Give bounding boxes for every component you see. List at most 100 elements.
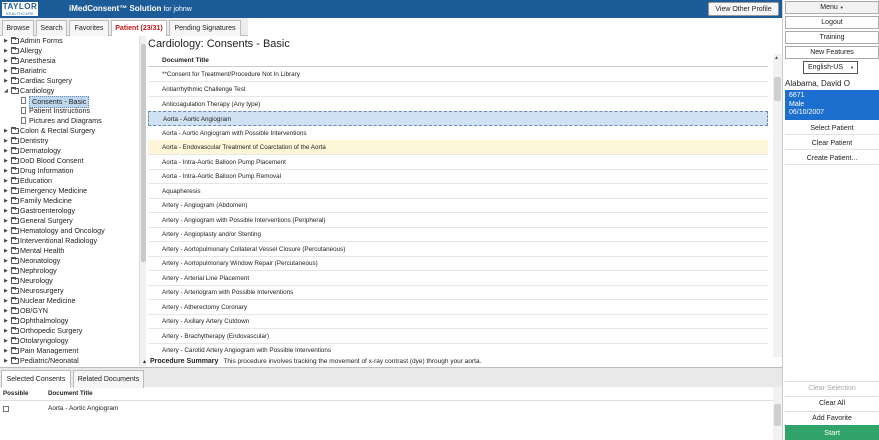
- document-row[interactable]: Aorta - Intra-Aortic Balloon Pump Remova…: [148, 169, 768, 184]
- possible-checkbox[interactable]: [3, 406, 9, 412]
- training-button[interactable]: Training: [785, 31, 879, 44]
- add-favorite-button[interactable]: Add Favorite: [785, 411, 879, 424]
- expand-arrow-icon[interactable]: ▶: [4, 336, 8, 346]
- expand-arrow-icon[interactable]: ▶: [4, 166, 8, 176]
- logout-button[interactable]: Logout: [785, 16, 879, 29]
- start-button[interactable]: Start: [785, 425, 879, 440]
- expand-arrow-icon[interactable]: ▶: [4, 246, 8, 256]
- folder-icon: [11, 317, 19, 324]
- expand-arrow-icon[interactable]: ▶: [4, 156, 8, 166]
- expand-arrow-icon[interactable]: ▶: [4, 56, 8, 66]
- collapse-arrow-icon[interactable]: ▲: [142, 359, 147, 365]
- folder-icon: [11, 77, 19, 84]
- folder-icon: [11, 47, 19, 54]
- document-row[interactable]: Artery - Axillary Artery Cutdown: [148, 314, 768, 329]
- column-header-document-title[interactable]: Document Title: [148, 54, 768, 67]
- selected-consents-header: Possible Document Title: [0, 387, 782, 401]
- select-patient-button[interactable]: Select Patient: [785, 123, 879, 135]
- folder-open-icon: [11, 87, 19, 94]
- tab-browse[interactable]: Browse: [2, 20, 34, 36]
- expand-arrow-icon[interactable]: ▶: [4, 346, 8, 356]
- expand-arrow-icon[interactable]: ▶: [4, 296, 8, 306]
- document-list-scrollbar[interactable]: ▲: [773, 54, 782, 357]
- document-row[interactable]: Artery - Brachytherapy (Endovascular): [148, 329, 768, 344]
- clear-selection-button[interactable]: Clear Selection: [785, 381, 879, 394]
- document-row[interactable]: Anticoagulation Therapy (Any type): [148, 97, 768, 112]
- right-sidebar: Menu ▼ Logout Training New Features Engli…: [782, 0, 879, 440]
- create-patient-button[interactable]: Create Patient...: [785, 153, 879, 165]
- selected-consents-scroll-thumb[interactable]: [774, 404, 781, 426]
- document-row[interactable]: Artery - Angiogram (Abdomen): [148, 198, 768, 213]
- document-row[interactable]: **Consent for Treatment/Procedure Not In…: [148, 67, 768, 82]
- expand-arrow-icon[interactable]: ▶: [4, 136, 8, 146]
- expand-arrow-icon[interactable]: ▶: [4, 326, 8, 336]
- tab-search[interactable]: Search: [36, 20, 67, 36]
- expand-arrow-icon[interactable]: ▶: [4, 146, 8, 156]
- expand-arrow-icon[interactable]: ▶: [4, 206, 8, 216]
- expand-arrow-icon[interactable]: ▶: [4, 266, 8, 276]
- expand-arrow-icon[interactable]: ▶: [4, 236, 8, 246]
- menu-button[interactable]: Menu ▼: [785, 1, 879, 14]
- tree-scrollbar[interactable]: [139, 36, 146, 366]
- document-row[interactable]: Artery - Aortopulmonary Collateral Vesse…: [148, 242, 768, 257]
- expand-arrow-icon[interactable]: ▶: [4, 286, 8, 296]
- document-row[interactable]: Artery - Angioplasty and/or Stenting: [148, 227, 768, 242]
- expand-arrow-icon[interactable]: ▶: [4, 196, 8, 206]
- document-row[interactable]: Aquapheresis: [148, 184, 768, 199]
- expand-arrow-icon[interactable]: ▶: [4, 126, 8, 136]
- main-tabs: Browse Search Favorites Patient (23/31) …: [0, 18, 248, 36]
- language-select[interactable]: English-US ▼: [803, 61, 858, 74]
- patient-dob: 06/10/2007: [789, 109, 825, 116]
- expand-arrow-icon[interactable]: ▶: [4, 256, 8, 266]
- document-row[interactable]: Artery - Angiogram with Possible Interve…: [148, 213, 768, 228]
- clear-patient-button[interactable]: Clear Patient: [785, 138, 879, 150]
- expand-arrow-icon[interactable]: ▶: [4, 176, 8, 186]
- expand-arrow-icon[interactable]: ▶: [4, 306, 8, 316]
- expand-arrow-icon[interactable]: ▶: [4, 66, 8, 76]
- document-row[interactable]: Artery - Arteriogram with Possible Inter…: [148, 285, 768, 300]
- collapse-arrow-icon[interactable]: ◢: [4, 86, 8, 96]
- folder-icon: [11, 147, 19, 154]
- selected-consent-row[interactable]: Aorta - Aortic Angiogram: [0, 402, 782, 416]
- document-row[interactable]: Artery - Carotid Artery Angiogram with P…: [148, 343, 768, 357]
- clear-all-button[interactable]: Clear All: [785, 396, 879, 409]
- tab-favorites[interactable]: Favorites: [69, 20, 109, 36]
- tab-selected-consents[interactable]: Selected Consents: [1, 370, 71, 388]
- document-row[interactable]: Artery - Aortopulmonary Window Repair (P…: [148, 256, 768, 271]
- tab-patient[interactable]: Patient (23/31): [111, 20, 167, 36]
- scroll-up-arrow-icon[interactable]: ▲: [774, 55, 779, 61]
- tab-related-documents[interactable]: Related Documents: [73, 370, 144, 388]
- folder-icon: [11, 207, 19, 214]
- tab-pending-signatures[interactable]: Pending Signatures: [169, 20, 241, 36]
- expand-arrow-icon[interactable]: ▶: [4, 216, 8, 226]
- procedure-summary: ▲ Procedure Summary This procedure involve…: [142, 358, 482, 365]
- view-other-profile-button[interactable]: View Other Profile: [708, 2, 779, 16]
- bottom-tabs: Selected Consents Related Documents: [0, 367, 782, 388]
- document-list-scroll-thumb[interactable]: [774, 77, 781, 101]
- folder-icon: [11, 247, 19, 254]
- document-row[interactable]: Artery - Atherectomy Coronary: [148, 300, 768, 315]
- patient-info-box: 6671 Male 06/10/2007: [785, 90, 879, 120]
- expand-arrow-icon[interactable]: ▶: [4, 46, 8, 56]
- document-row-selected[interactable]: Aorta - Aortic Angiogram: [148, 111, 768, 126]
- expand-arrow-icon[interactable]: ▶: [4, 276, 8, 286]
- document-row-hovered[interactable]: Aorta - Endovascular Treatment of Coarct…: [148, 140, 768, 155]
- folder-icon: [11, 327, 19, 334]
- expand-arrow-icon[interactable]: ▶: [4, 76, 8, 86]
- document-list: **Consent for Treatment/Procedure Not In…: [148, 67, 768, 357]
- document-icon: [21, 97, 26, 104]
- expand-arrow-icon[interactable]: ▶: [4, 186, 8, 196]
- expand-arrow-icon[interactable]: ▶: [4, 36, 8, 46]
- document-row[interactable]: Antiarrhythmic Challenge Test: [148, 82, 768, 97]
- tree-scroll-thumb[interactable]: [141, 44, 146, 262]
- document-row[interactable]: Aorta - Aortic Angiogram with Possible I…: [148, 126, 768, 141]
- document-row[interactable]: Artery - Arterial Line Placement: [148, 271, 768, 286]
- folder-icon: [11, 167, 19, 174]
- page-title: Cardiology: Consents - Basic: [148, 38, 290, 50]
- expand-arrow-icon[interactable]: ▶: [4, 316, 8, 326]
- expand-arrow-icon[interactable]: ▶: [4, 226, 8, 236]
- expand-arrow-icon[interactable]: ▶: [4, 356, 8, 366]
- document-row[interactable]: Aorta - Intra-Aortic Balloon Pump Placem…: [148, 155, 768, 170]
- new-features-button[interactable]: New Features: [785, 46, 879, 59]
- selected-consents-scrollbar[interactable]: [773, 387, 782, 440]
